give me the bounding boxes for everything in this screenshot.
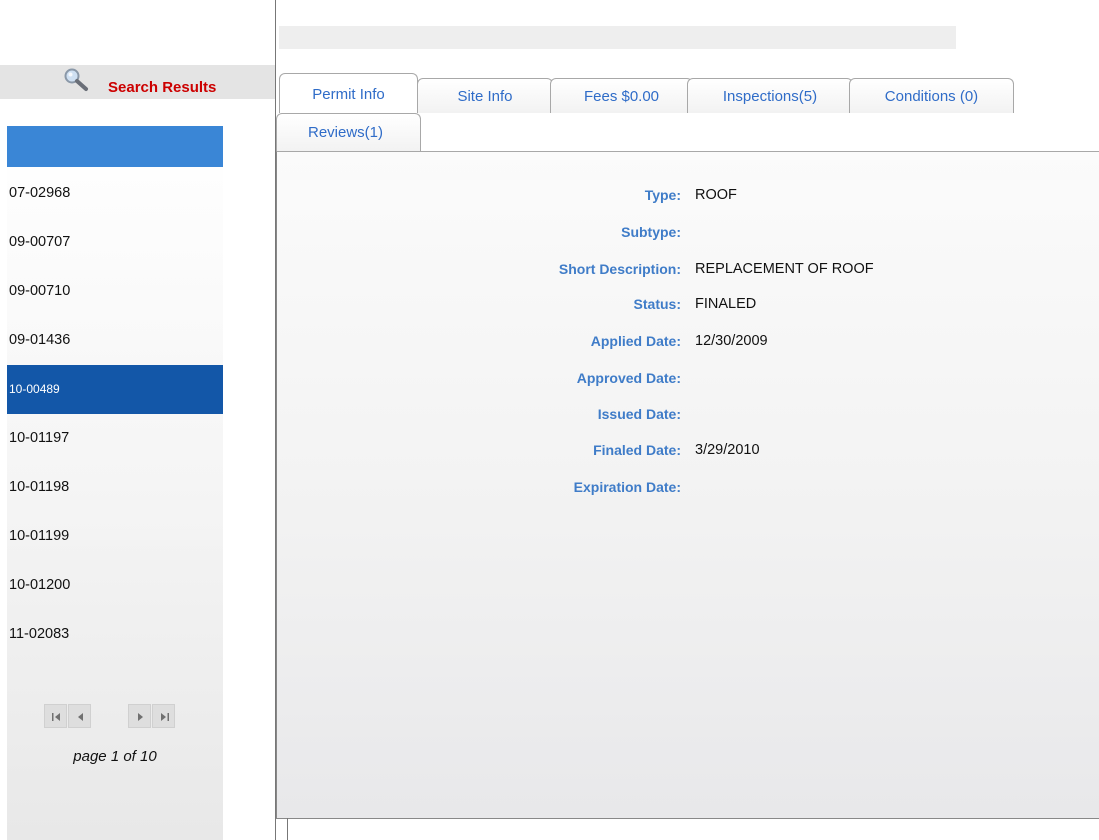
field-short-description: Short Description: REPLACEMENT OF ROOF	[277, 261, 1099, 281]
field-type: Type: ROOF	[277, 187, 1099, 207]
result-item[interactable]: 09-00710	[7, 267, 223, 316]
field-label-applied-date: Applied Date:	[590, 333, 681, 349]
last-page-button[interactable]	[152, 704, 175, 728]
field-value-finaled-date: 3/29/2010	[695, 442, 760, 458]
top-bar	[279, 26, 956, 49]
previous-page-button[interactable]	[68, 704, 91, 728]
results-panel: 07-02968 09-00707 09-00710 09-01436 10-0…	[7, 126, 223, 840]
result-item[interactable]: 11-02083	[7, 610, 223, 659]
field-applied-date: Applied Date: 12/30/2009	[277, 333, 1099, 353]
field-value-status: FINALED	[695, 296, 757, 312]
field-issued-date: Issued Date:	[277, 406, 1099, 426]
last-page-icon	[161, 713, 169, 721]
permit-info-panel: Type: ROOF Subtype: Short Description: R…	[276, 151, 1099, 819]
tab-fees[interactable]: Fees $0.00	[550, 78, 693, 113]
main-divider-foot	[287, 818, 288, 840]
page-indicator: page 1 of 10	[73, 748, 157, 765]
field-value-short-description: REPLACEMENT OF ROOF	[695, 261, 874, 277]
field-approved-date: Approved Date:	[277, 370, 1099, 390]
search-icon[interactable]	[62, 67, 92, 93]
field-label-status: Status:	[633, 296, 681, 312]
field-status: Status: FINALED	[277, 296, 1099, 316]
field-label-expiration-date: Expiration Date:	[573, 479, 681, 495]
first-page-icon	[52, 713, 60, 721]
result-item-selected[interactable]: 10-00489	[7, 365, 223, 414]
tab-inspections[interactable]: Inspections(5)	[687, 78, 853, 113]
next-page-icon	[138, 713, 143, 721]
field-value-applied-date: 12/30/2009	[695, 333, 768, 349]
results-header-bar	[7, 126, 223, 167]
pager	[44, 704, 194, 728]
search-results-label[interactable]: Search Results	[108, 79, 216, 96]
result-item[interactable]: 10-01198	[7, 463, 223, 512]
tab-conditions[interactable]: Conditions (0)	[849, 78, 1014, 113]
field-label-issued-date: Issued Date:	[597, 406, 681, 422]
field-subtype: Subtype:	[277, 224, 1099, 244]
field-expiration-date: Expiration Date:	[277, 479, 1099, 499]
field-label-subtype: Subtype:	[621, 224, 681, 240]
next-page-button[interactable]	[128, 704, 151, 728]
result-item[interactable]: 10-01199	[7, 512, 223, 561]
field-value-type: ROOF	[695, 187, 737, 203]
field-label-finaled-date: Finaled Date:	[593, 442, 681, 458]
previous-page-icon	[78, 713, 83, 721]
field-finaled-date: Finaled Date: 3/29/2010	[277, 442, 1099, 462]
tab-permit-info[interactable]: Permit Info	[279, 73, 418, 113]
results-list: 07-02968 09-00707 09-00710 09-01436 10-0…	[7, 169, 223, 659]
tab-reviews[interactable]: Reviews(1)	[276, 113, 421, 152]
result-item[interactable]: 07-02968	[7, 169, 223, 218]
result-item[interactable]: 09-01436	[7, 316, 223, 365]
result-item[interactable]: 09-00707	[7, 218, 223, 267]
tab-bar: Permit Info Site Info Fees $0.00 Inspect…	[276, 73, 1099, 152]
result-item[interactable]: 10-01197	[7, 414, 223, 463]
result-item[interactable]: 10-01200	[7, 561, 223, 610]
field-label-type: Type:	[644, 187, 681, 203]
first-page-button[interactable]	[44, 704, 67, 728]
field-label-short-description: Short Description:	[558, 261, 681, 277]
tab-site-info[interactable]: Site Info	[417, 78, 553, 113]
field-label-approved-date: Approved Date:	[576, 370, 681, 386]
